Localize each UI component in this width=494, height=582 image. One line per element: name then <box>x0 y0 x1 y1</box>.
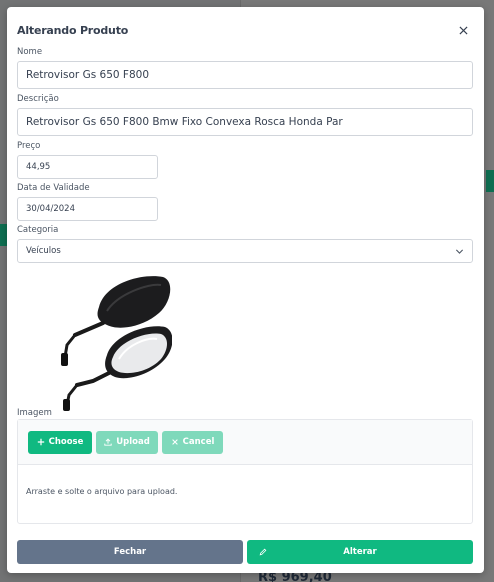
validade-input[interactable]: 30/04/2024 <box>17 197 158 221</box>
preco-input[interactable]: 44,95 <box>17 155 158 179</box>
preco-label: Preço <box>17 141 41 151</box>
nome-value: Retrovisor Gs 650 F800 <box>26 69 149 81</box>
close-icon <box>171 439 178 445</box>
descricao-label: Descrição <box>17 94 59 104</box>
alterar-button[interactable]: Alterar <box>247 540 473 564</box>
edit-product-dialog: Alterando Produto Nome Retrovisor Gs 650… <box>7 7 484 573</box>
dialog-header: Alterando Produto <box>17 20 472 40</box>
nome-label: Nome <box>17 47 43 57</box>
categoria-select[interactable]: Veículos <box>17 239 473 263</box>
choose-button[interactable]: Choose <box>28 430 92 454</box>
upload-label: Upload <box>116 437 150 447</box>
close-button[interactable] <box>454 21 472 39</box>
imagem-label: Imagem <box>17 408 52 418</box>
file-upload: Choose Upload Cancel Arraste e solte o a… <box>17 419 473 524</box>
choose-label: Choose <box>48 437 84 447</box>
dialog-title: Alterando Produto <box>17 23 129 37</box>
close-icon <box>458 25 468 35</box>
validade-value: 30/04/2024 <box>26 204 75 214</box>
upload-icon <box>104 438 112 446</box>
pencil-icon <box>259 548 267 556</box>
validade-label: Data de Validade <box>17 183 90 193</box>
chevron-down-icon <box>455 249 464 254</box>
dropzone-text: Arraste e solte o arquivo para upload. <box>26 487 178 496</box>
cancel-label: Cancel <box>182 437 215 447</box>
upload-toolbar: Choose Upload Cancel <box>18 420 472 465</box>
fechar-label: Fechar <box>113 547 147 557</box>
dropzone[interactable]: Arraste e solte o arquivo para upload. <box>18 465 472 496</box>
fechar-button[interactable]: Fechar <box>17 540 243 564</box>
upload-button[interactable]: Upload <box>96 430 158 454</box>
background-accent <box>486 170 494 192</box>
preco-value: 44,95 <box>26 162 51 172</box>
descricao-value: Retrovisor Gs 650 F800 Bmw Fixo Convexa … <box>26 116 343 128</box>
nome-input[interactable]: Retrovisor Gs 650 F800 <box>17 61 473 89</box>
plus-icon <box>37 438 44 446</box>
descricao-input[interactable]: Retrovisor Gs 650 F800 Bmw Fixo Convexa … <box>17 108 473 136</box>
categoria-label: Categoria <box>17 225 59 235</box>
cancel-upload-button[interactable]: Cancel <box>162 430 223 454</box>
product-image <box>61 276 172 411</box>
categoria-value: Veículos <box>26 246 61 256</box>
alterar-label: Alterar <box>343 547 377 557</box>
